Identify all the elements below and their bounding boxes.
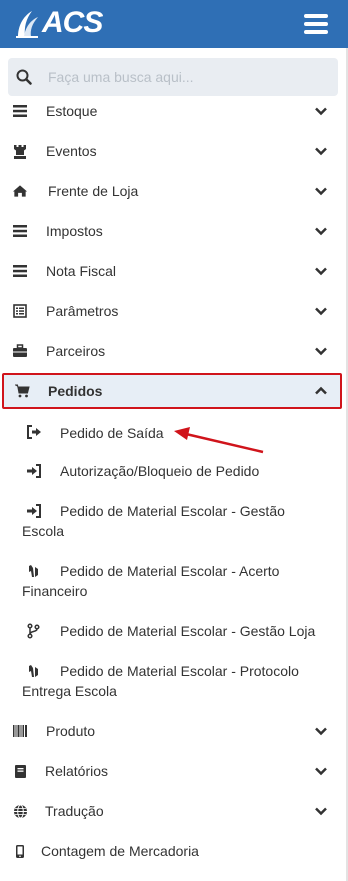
book-icon: [12, 763, 28, 779]
list-icon: [12, 223, 28, 239]
submenu-item-autorizacao-bloqueio[interactable]: Autorização/Bloqueio de Pedido: [0, 461, 330, 481]
hamburger-bar: [304, 14, 328, 18]
mobile-icon: [12, 843, 28, 859]
menu-item-label: Impostos: [46, 223, 103, 239]
brand-name: ACS: [42, 6, 103, 39]
submenu-item-material-gestao-loja[interactable]: Pedido de Material Escolar - Gestão Loja: [0, 621, 330, 641]
submenu-item-label: Pedido de Material Escolar - Gestão Loja: [60, 623, 316, 639]
menu-item-label: Eventos: [46, 143, 97, 159]
chevron-down-icon: [315, 107, 327, 116]
chevron-down-icon: [315, 187, 327, 196]
chevron-down-icon: [315, 727, 327, 736]
sign-in-icon: [27, 464, 41, 478]
barcode-icon: [12, 723, 28, 739]
hamburger-menu-button[interactable]: [304, 14, 328, 34]
menu-item-parametros[interactable]: Parâmetros: [0, 291, 342, 331]
list-icon: [12, 103, 28, 119]
menu-item-estoque[interactable]: Estoque: [0, 91, 342, 131]
search-input[interactable]: [48, 69, 308, 85]
submenu-item-label: Autorização/Bloqueio de Pedido: [60, 463, 260, 479]
acs-logo[interactable]: ACS: [12, 6, 103, 40]
menu-item-label: Produto: [46, 723, 96, 739]
menu-item-label: Frente de Loja: [48, 183, 139, 199]
briefcase-icon: [12, 343, 28, 359]
menu-item-nota-fiscal[interactable]: Nota Fiscal: [0, 251, 342, 291]
submenu-item-material-protocolo-entrega[interactable]: Pedido de Material Escolar - Protocolo E…: [0, 661, 330, 701]
submenu-item-label: Pedido de Material Escolar - Gestão Esco…: [22, 503, 285, 539]
menu-item-label: Contagem de Mercadoria: [41, 843, 199, 859]
chevron-down-icon: [315, 807, 327, 816]
handshake-icon: [29, 665, 38, 677]
menu-item-relatorios[interactable]: Relatórios: [0, 751, 342, 791]
submenu-item-pedido-de-saida[interactable]: Pedido de Saída: [0, 423, 330, 443]
code-fork-icon: [27, 623, 40, 639]
menu-item-label: Nota Fiscal: [46, 263, 117, 279]
menu-item-label: Pedidos: [48, 383, 103, 399]
list-icon: [12, 263, 28, 279]
menu-item-parceiros[interactable]: Parceiros: [0, 331, 342, 371]
chevron-down-icon: [315, 267, 327, 276]
cart-icon: [14, 383, 30, 399]
sign-out-icon: [27, 425, 41, 439]
menu-item-pedidos[interactable]: Pedidos: [2, 373, 342, 409]
chevron-down-icon: [315, 147, 327, 156]
chevron-up-icon: [315, 386, 327, 395]
submenu-item-material-gestao-escola[interactable]: Pedido de Material Escolar - Gestão Esco…: [0, 501, 330, 541]
menu-item-eventos[interactable]: Eventos: [0, 131, 342, 171]
top-bar: ACS: [0, 0, 348, 48]
hamburger-bar: [304, 22, 328, 26]
home-icon: [12, 183, 28, 199]
menu-item-contagem-de-mercadoria[interactable]: Contagem de Mercadoria: [0, 831, 342, 871]
menu-item-traducao[interactable]: Tradução: [0, 791, 342, 831]
chevron-down-icon: [315, 227, 327, 236]
chevron-down-icon: [315, 767, 327, 776]
chess-rook-icon: [12, 143, 28, 159]
globe-icon: [12, 803, 28, 819]
menu-item-impostos[interactable]: Impostos: [0, 211, 342, 251]
logo-mark-icon: [16, 11, 38, 38]
submenu-item-material-acerto-financeiro[interactable]: Pedido de Material Escolar - Acerto Fina…: [0, 561, 330, 601]
menu-item-label: Parâmetros: [46, 303, 119, 319]
submenu-item-label: Pedido de Material Escolar - Acerto Fina…: [22, 563, 280, 599]
submenu-item-label: Pedido de Material Escolar - Protocolo E…: [22, 663, 299, 699]
menu-item-produto[interactable]: Produto: [0, 711, 342, 751]
chevron-down-icon: [315, 347, 327, 356]
handshake-icon: [29, 565, 38, 577]
sign-in-icon: [27, 504, 41, 518]
menu-item-label: Estoque: [46, 103, 98, 119]
search-icon: [16, 69, 32, 85]
hamburger-bar: [304, 30, 328, 34]
submenu-item-label: Pedido de Saída: [60, 425, 164, 441]
chevron-down-icon: [315, 307, 327, 316]
menu-item-label: Tradução: [45, 803, 104, 819]
list-alt-icon: [12, 303, 28, 319]
menu-item-frente-de-loja[interactable]: Frente de Loja: [0, 171, 342, 211]
menu-item-label: Relatórios: [45, 763, 109, 779]
menu-item-label: Parceiros: [46, 343, 106, 359]
